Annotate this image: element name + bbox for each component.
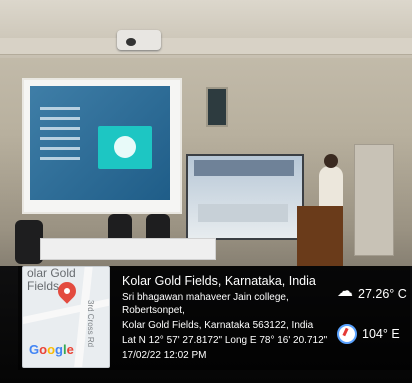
heading: 104° E	[362, 327, 400, 341]
weather-icon	[337, 284, 353, 302]
door	[354, 144, 394, 256]
ceiling-beam	[0, 38, 412, 55]
projector	[117, 30, 161, 50]
podium	[297, 206, 343, 272]
temperature-row: 27.26° C	[337, 283, 407, 305]
map-road-label: 3rd Cross Rd	[86, 300, 95, 348]
temperature: 27.26° C	[358, 287, 407, 301]
location-title: Kolar Gold Fields, Karnataka, India	[122, 274, 316, 288]
compass-icon	[337, 324, 357, 344]
chair	[15, 220, 43, 264]
datetime: 17/02/22 12:02 PM	[122, 350, 207, 361]
mini-map: olar Gold Fields 3rd Cross Rd Google	[22, 266, 110, 368]
address-line-2: Kolar Gold Fields, Karnataka 563122, Ind…	[122, 320, 314, 331]
coordinates: Lat N 12° 57' 27.8172" Long E 78° 16' 20…	[122, 335, 328, 346]
google-logo: Google	[29, 342, 74, 357]
heading-row: 104° E	[337, 323, 407, 345]
location-details: Kolar Gold Fields, Karnataka, India Sri …	[122, 274, 332, 362]
speaker	[319, 154, 343, 210]
address-line-1: Sri bhagawan mahaveer Jain college, Robe…	[122, 292, 289, 316]
weather-and-heading: 27.26° C 104° E	[337, 283, 407, 345]
slide-text-lines	[40, 100, 90, 180]
wall-portrait	[206, 87, 228, 127]
head-table	[40, 238, 216, 260]
event-banner	[186, 154, 304, 240]
slide-people-icon	[114, 136, 136, 158]
